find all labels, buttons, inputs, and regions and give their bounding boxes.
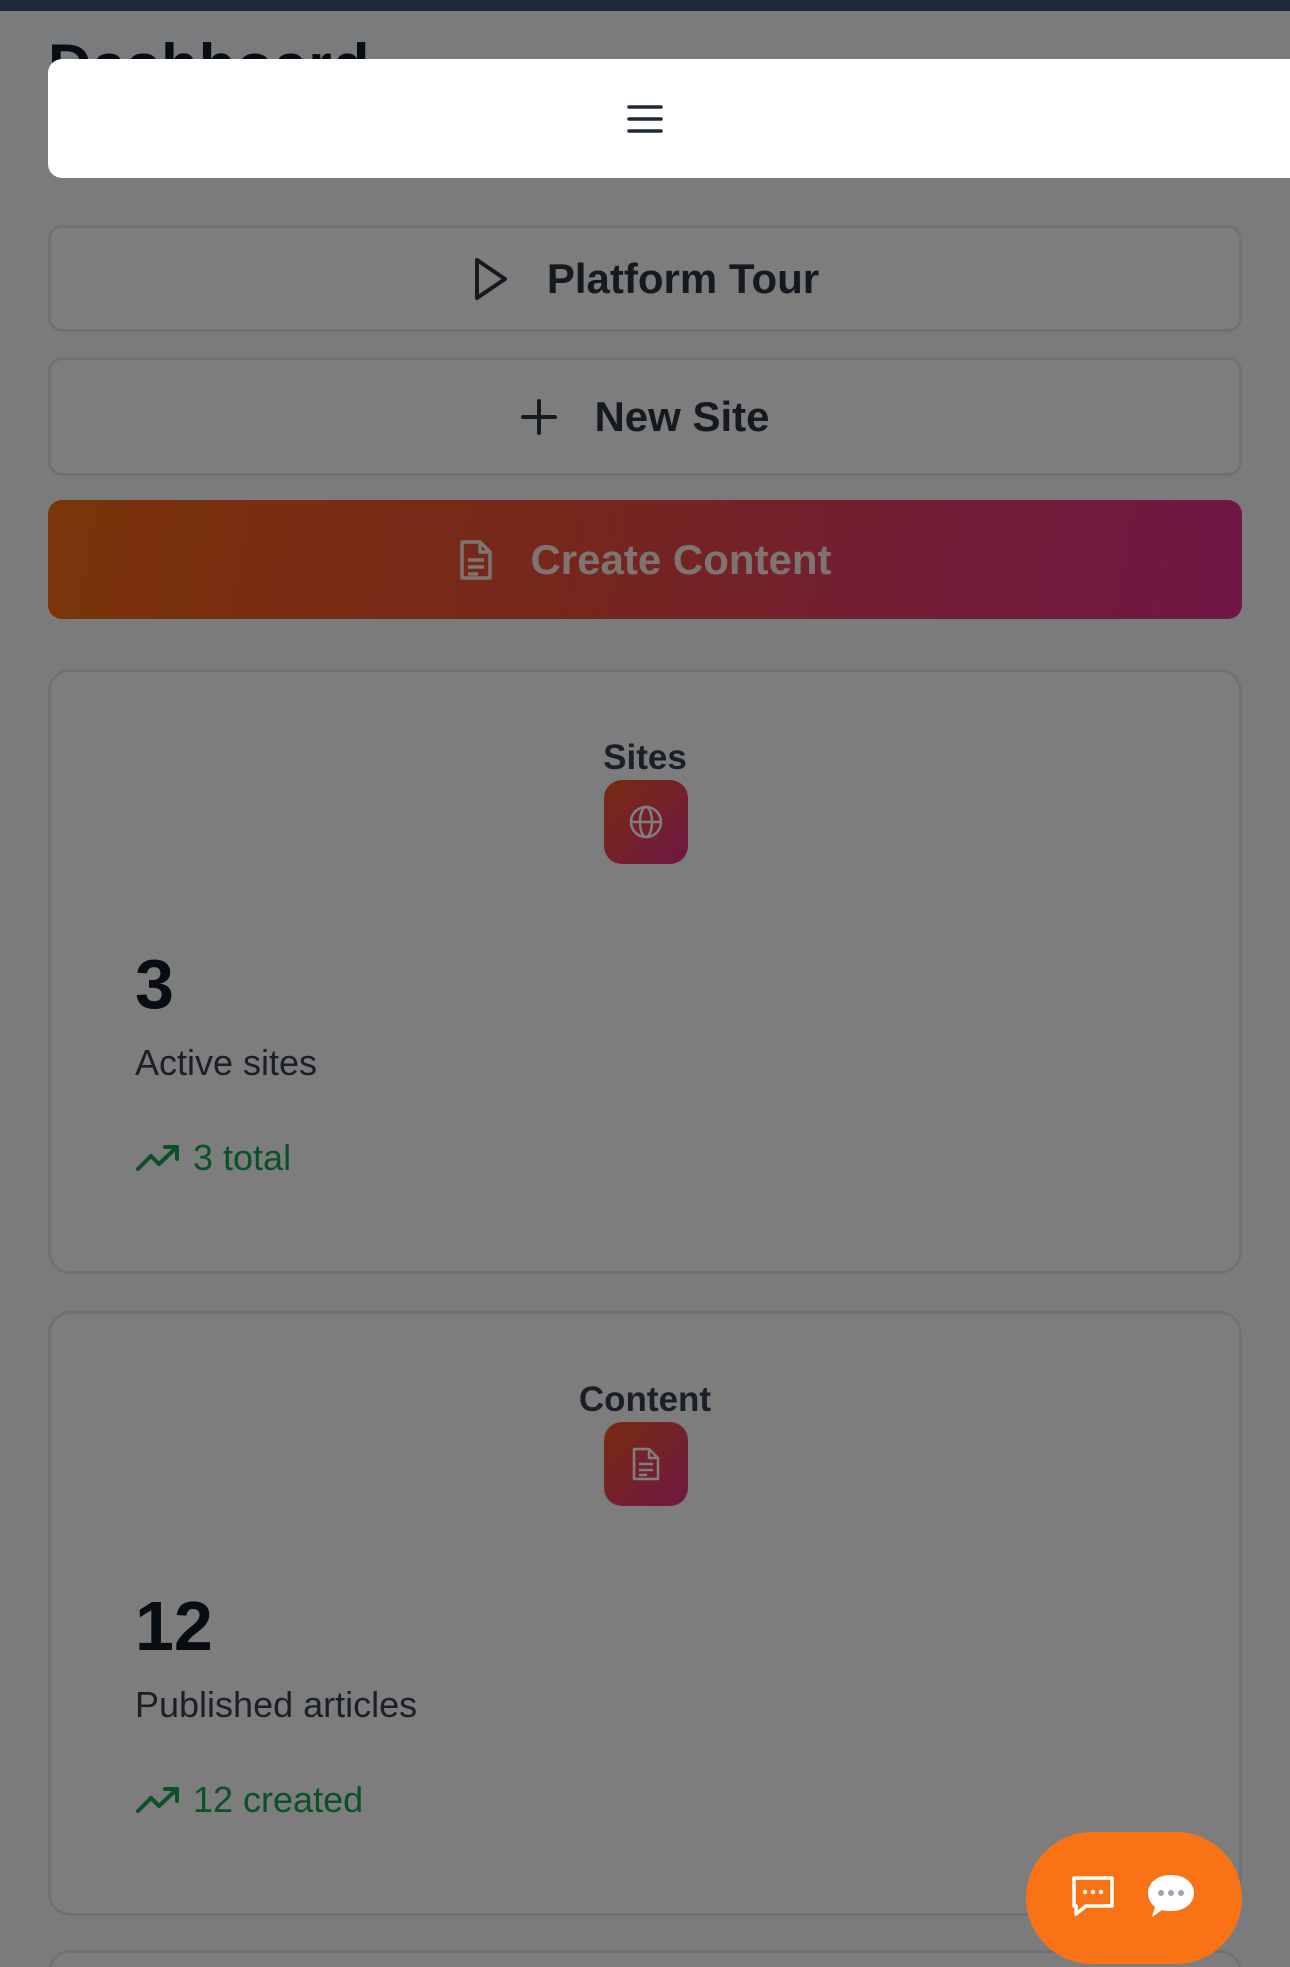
top-bar	[0, 0, 1290, 11]
message-square-icon	[1070, 1874, 1116, 1923]
chat-widget-button[interactable]	[1026, 1832, 1242, 1964]
modal-overlay[interactable]	[0, 11, 1290, 1967]
mobile-menu-panel	[48, 59, 1290, 178]
chat-bubble-icon	[1144, 1871, 1198, 1926]
hamburger-menu-icon[interactable]	[626, 103, 664, 135]
